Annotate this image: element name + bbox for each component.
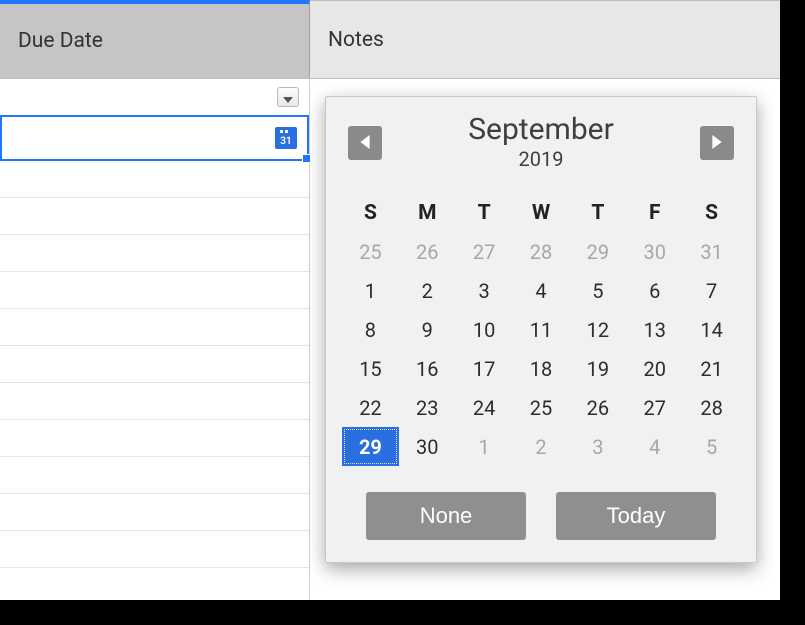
calendar-day-other-month[interactable]: 31 (683, 232, 740, 271)
datepicker-popup: September 2019 SMTWTFS 25262728293031123… (325, 96, 757, 563)
calendar-day[interactable]: 22 (342, 388, 399, 427)
calendar-day[interactable]: 15 (342, 349, 399, 388)
chevron-right-icon (712, 135, 722, 152)
calendar-day[interactable]: 6 (626, 271, 683, 310)
calendar-grid: SMTWTFS 25262728293031123456789101112131… (342, 193, 740, 466)
calendar-day[interactable]: 8 (342, 310, 399, 349)
column-header-due-date[interactable]: Due Date (0, 0, 310, 78)
prev-month-button[interactable] (348, 126, 382, 160)
grid-row[interactable] (0, 457, 309, 494)
grid-row[interactable] (0, 494, 309, 531)
calendar-week: 22232425262728 (342, 388, 740, 427)
calendar-week: 891011121314 (342, 310, 740, 349)
calendar-day[interactable]: 16 (399, 349, 456, 388)
dow-row: SMTWTFS (342, 193, 740, 232)
calendar-day[interactable]: 24 (456, 388, 513, 427)
dow-label: S (683, 193, 740, 232)
grid-row[interactable] (0, 531, 309, 568)
calendar-day-other-month[interactable]: 28 (513, 232, 570, 271)
calendar-day[interactable]: 23 (399, 388, 456, 427)
calendar-day[interactable]: 14 (683, 310, 740, 349)
grid-row[interactable] (0, 420, 309, 457)
calendar-day[interactable]: 28 (683, 388, 740, 427)
calendar-day[interactable]: 5 (569, 271, 626, 310)
month-label: September (468, 115, 614, 145)
calendar-day[interactable]: 3 (456, 271, 513, 310)
calendar-day[interactable]: 26 (569, 388, 626, 427)
none-button[interactable]: None (366, 492, 526, 540)
dow-label: F (626, 193, 683, 232)
calendar-day[interactable]: 9 (399, 310, 456, 349)
active-date-cell[interactable]: 31 (0, 115, 309, 161)
dow-label: M (399, 193, 456, 232)
calendar-day[interactable]: 18 (513, 349, 570, 388)
dow-label: S (342, 193, 399, 232)
grid-row[interactable] (0, 383, 309, 420)
next-month-button[interactable] (700, 126, 734, 160)
dow-label: T (456, 193, 513, 232)
calendar-day-other-month[interactable]: 29 (569, 232, 626, 271)
calendar-day[interactable]: 12 (569, 310, 626, 349)
dow-label: T (569, 193, 626, 232)
app-shell: Due Date Notes 31 (0, 0, 780, 600)
calendar-day[interactable]: 7 (683, 271, 740, 310)
grid-row[interactable] (0, 79, 309, 116)
calendar-icon[interactable]: 31 (275, 127, 297, 149)
calendar-day-selected[interactable]: 29 (342, 427, 399, 466)
today-button[interactable]: Today (556, 492, 716, 540)
grid-row[interactable] (0, 309, 309, 346)
calendar-week: 1234567 (342, 271, 740, 310)
calendar-day[interactable]: 20 (626, 349, 683, 388)
calendar-week: 293012345 (342, 427, 740, 466)
calendar-day-other-month[interactable]: 30 (626, 232, 683, 271)
grid-row[interactable] (0, 272, 309, 309)
calendar-week: 15161718192021 (342, 349, 740, 388)
datepicker-header: September 2019 (342, 115, 740, 171)
calendar-day[interactable]: 25 (513, 388, 570, 427)
chevron-down-icon (283, 88, 293, 107)
calendar-day[interactable]: 17 (456, 349, 513, 388)
datepicker-actions: None Today (342, 492, 740, 540)
chevron-left-icon (360, 135, 370, 152)
calendar-day[interactable]: 27 (626, 388, 683, 427)
grid-row[interactable] (0, 346, 309, 383)
calendar-day[interactable]: 19 (569, 349, 626, 388)
calendar-day-other-month[interactable]: 2 (513, 427, 570, 466)
calendar-day-other-month[interactable]: 3 (569, 427, 626, 466)
dropdown-button[interactable] (277, 87, 299, 107)
calendar-day[interactable]: 10 (456, 310, 513, 349)
calendar-day-other-month[interactable]: 25 (342, 232, 399, 271)
calendar-day[interactable]: 4 (513, 271, 570, 310)
grid-row[interactable] (0, 235, 309, 272)
calendar-day[interactable]: 21 (683, 349, 740, 388)
calendar-day-other-month[interactable]: 26 (399, 232, 456, 271)
dow-label: W (513, 193, 570, 232)
calendar-day-other-month[interactable]: 27 (456, 232, 513, 271)
grid-row[interactable] (0, 198, 309, 235)
due-date-column: 31 (0, 79, 310, 600)
calendar-day[interactable]: 13 (626, 310, 683, 349)
calendar-day-other-month[interactable]: 4 (626, 427, 683, 466)
calendar-day-other-month[interactable]: 1 (456, 427, 513, 466)
year-label: 2019 (468, 147, 614, 171)
calendar-day-other-month[interactable]: 5 (683, 427, 740, 466)
column-header-notes[interactable]: Notes (310, 0, 780, 78)
grid-row[interactable] (0, 161, 309, 198)
calendar-week: 25262728293031 (342, 232, 740, 271)
calendar-day[interactable]: 2 (399, 271, 456, 310)
column-headers: Due Date Notes (0, 0, 780, 78)
calendar-day[interactable]: 11 (513, 310, 570, 349)
calendar-day[interactable]: 1 (342, 271, 399, 310)
calendar-day[interactable]: 30 (399, 427, 456, 466)
datepicker-title: September 2019 (468, 115, 614, 171)
